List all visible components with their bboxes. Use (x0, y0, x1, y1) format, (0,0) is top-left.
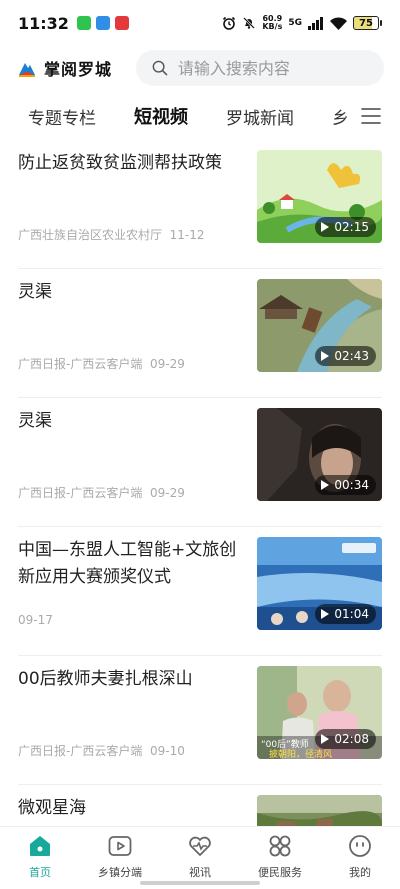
wifi-icon (330, 16, 347, 30)
wechat-icon (76, 16, 91, 30)
app-logo[interactable]: 掌阅罗城 (16, 56, 112, 80)
duration-text: 02:43 (334, 349, 369, 363)
list-item[interactable]: 微观星海 (18, 785, 382, 830)
duration-text: 00:34 (334, 478, 369, 492)
duration-badge: 01:04 (315, 604, 376, 624)
video-meta: 广西日报-广西云客户端 09-29 (18, 484, 185, 501)
video-thumbnail[interactable]: 02:43 (257, 279, 382, 372)
news-icon (114, 16, 129, 30)
video-date: 09-29 (149, 357, 185, 371)
video-source: 广西日报-广西云客户端 (18, 357, 143, 371)
overlay-subcaption: 披朝阳，径清风 (269, 748, 332, 759)
nav-video-news[interactable]: 视讯 (160, 827, 240, 889)
video-source: 广西日报-广西云客户端 (18, 744, 143, 758)
search-bar[interactable] (136, 50, 384, 86)
status-right: 60.9 KB/s 5G 75 (222, 15, 382, 31)
home-icon (30, 836, 50, 856)
signal-icon (308, 16, 323, 30)
nav-label: 视讯 (189, 866, 211, 879)
play-square-icon (108, 836, 132, 856)
video-feed: 防止返贫致贫监测帮扶政策 广西壮族自治区农业农村厅 11-12 02:15 灵渠… (0, 140, 400, 830)
video-thumbnail[interactable]: 01:04 (257, 537, 382, 630)
nav-label: 首页 (29, 866, 51, 879)
duration-badge: 00:34 (315, 475, 376, 495)
list-item[interactable]: 中国—东盟人工智能+文旅创新应用大赛颁奖仪式 09-17 01:04 (18, 527, 382, 656)
play-icon (321, 609, 330, 619)
video-date: 09-29 (149, 486, 185, 500)
bottom-nav: 首页 乡镇分端 视讯 便民服务 我的 (0, 826, 400, 889)
video-thumbnail[interactable]: 00:34 (257, 408, 382, 501)
list-item[interactable]: 00后教师夫妻扎根深山 广西日报-广西云客户端 09-10 “00后”教师 披朝… (18, 656, 382, 785)
category-tabs: 专题专栏 短视频 罗城新闻 乡 (0, 96, 400, 136)
nav-profile[interactable]: 我的 (320, 827, 400, 889)
video-meta: 广西日报-广西云客户端 09-29 (18, 355, 185, 372)
video-thumbnail[interactable]: 02:15 (257, 150, 382, 243)
logo-icon (19, 63, 35, 77)
battery-indicator: 75 (353, 16, 382, 30)
nav-label: 我的 (349, 866, 371, 879)
smile-icon (349, 835, 371, 857)
tab-special-column[interactable]: 专题专栏 (28, 104, 96, 129)
list-item[interactable]: 灵渠 广西日报-广西云客户端 09-29 00:34 (18, 398, 382, 527)
tab-luocheng-news[interactable]: 罗城新闻 (226, 104, 294, 129)
overlay-caption: “00后”教师 (261, 738, 309, 750)
nav-label: 便民服务 (258, 866, 302, 879)
play-icon (321, 222, 330, 232)
duration-badge: 02:43 (315, 346, 376, 366)
play-icon (321, 480, 330, 490)
logo-text: 掌阅罗城 (44, 60, 113, 79)
menu-icon[interactable] (360, 107, 382, 125)
duration-text: 02:15 (334, 220, 369, 234)
list-item[interactable]: 灵渠 广西日报-广西云客户端 09-29 02:43 (18, 269, 382, 398)
battery-level: 75 (353, 16, 379, 30)
notification-icons (76, 16, 129, 30)
mute-bell-icon (243, 17, 256, 29)
nav-label: 乡镇分端 (98, 866, 142, 879)
video-meta: 广西壮族自治区农业农村厅 11-12 (18, 226, 205, 243)
video-title: 灵渠 (18, 411, 52, 431)
status-bar: 11:32 60.9 KB/s 5G 75 (0, 0, 400, 46)
nav-services[interactable]: 便民服务 (240, 827, 320, 889)
duration-text: 01:04 (334, 607, 369, 621)
video-title: 中国—东盟人工智能+文旅创新应用大赛颁奖仪式 (18, 540, 237, 587)
video-meta: 09-17 (18, 613, 53, 627)
net-speed-unit: KB/s (262, 22, 283, 31)
home-indicator (140, 881, 260, 885)
battery-tip (380, 20, 382, 26)
video-meta: 广西日报-广西云客户端 09-10 (18, 742, 185, 759)
video-title: 防止返贫致贫监测帮扶政策 (18, 153, 222, 173)
list-item[interactable]: 防止返贫致贫监测帮扶政策 广西壮族自治区农业农村厅 11-12 02:15 (18, 140, 382, 269)
tabs-menu-area (342, 96, 400, 136)
duration-text: 02:08 (334, 732, 369, 746)
video-title: 灵渠 (18, 282, 52, 302)
status-time: 11:32 (18, 13, 69, 33)
video-title: 00后教师夫妻扎根深山 (18, 669, 193, 689)
video-source: 广西日报-广西云客户端 (18, 486, 143, 500)
alarm-icon (223, 16, 236, 30)
village-thumbnail-image (257, 795, 382, 830)
duration-badge: 02:08 (315, 729, 376, 749)
duration-badge: 02:15 (315, 217, 376, 237)
net-speed: 60.9 KB/s (262, 15, 282, 31)
app-header: 掌阅罗城 (0, 48, 400, 88)
search-input[interactable] (177, 58, 368, 78)
heart-pulse-icon (189, 836, 211, 856)
video-source: 广西壮族自治区农业农村厅 (18, 228, 163, 242)
video-date: 09-17 (18, 613, 53, 627)
tab-short-video[interactable]: 短视频 (134, 103, 188, 129)
video-date: 09-10 (149, 744, 185, 758)
search-icon (152, 60, 168, 76)
nav-township[interactable]: 乡镇分端 (80, 827, 160, 889)
network-type: 5G (288, 18, 302, 28)
nav-home[interactable]: 首页 (0, 827, 80, 889)
grid-icon (269, 835, 291, 857)
video-date: 11-12 (169, 228, 205, 242)
video-thumbnail[interactable] (257, 795, 382, 830)
message-icon (95, 16, 110, 30)
video-title: 微观星海 (18, 798, 86, 818)
play-icon (321, 734, 330, 744)
video-thumbnail[interactable]: “00后”教师 披朝阳，径清风 02:08 (257, 666, 382, 759)
play-icon (321, 351, 330, 361)
